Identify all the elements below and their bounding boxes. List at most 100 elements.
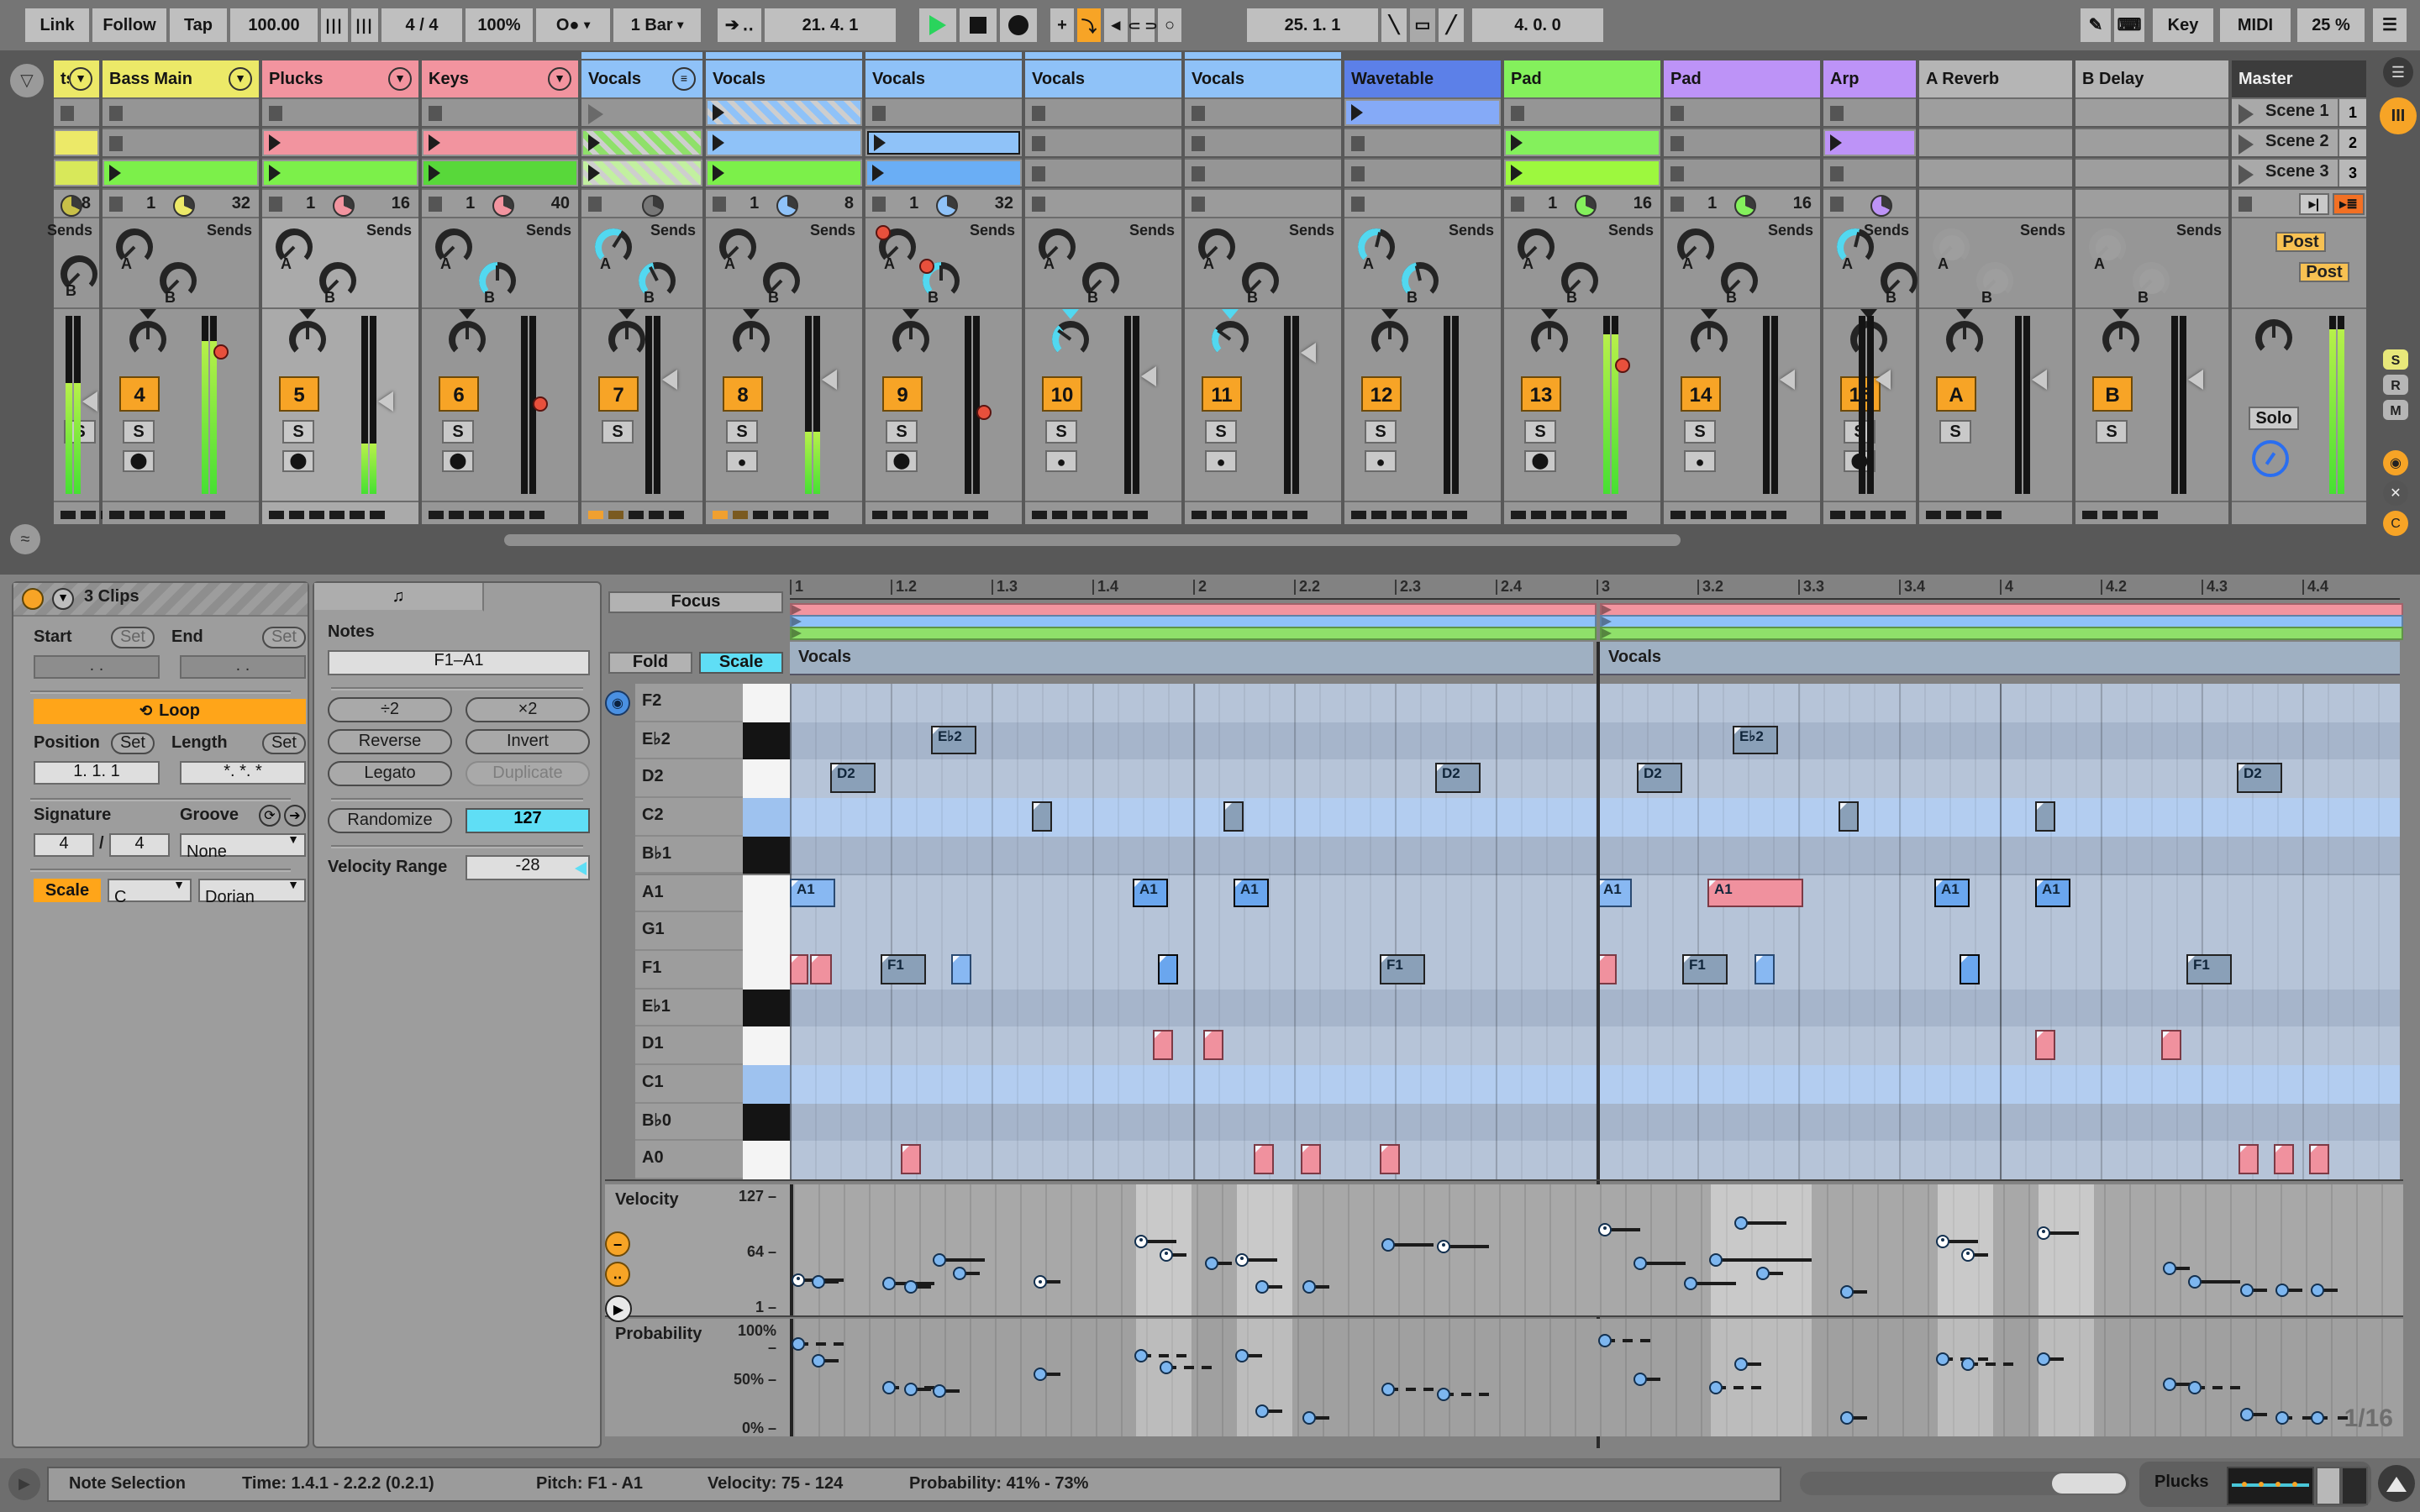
track-header[interactable]: Vocals: [1025, 60, 1181, 97]
show-s-toggle[interactable]: S: [2383, 349, 2408, 370]
groove-select[interactable]: None ▼: [180, 833, 306, 862]
piano-key[interactable]: [743, 1103, 790, 1143]
scale-button[interactable]: Scale: [699, 652, 783, 674]
note-row-lane[interactable]: [790, 912, 2400, 953]
piano-key[interactable]: [743, 722, 790, 762]
note-row-lane[interactable]: [790, 759, 2400, 801]
send-b-knob[interactable]: B: [479, 262, 516, 306]
loop-marker-button[interactable]: ○: [1158, 8, 1181, 42]
clip-slot[interactable]: [865, 97, 1022, 126]
track-header[interactable]: Pad: [1664, 60, 1820, 97]
duplicate-button[interactable]: Duplicate: [466, 761, 590, 786]
io-section-toggle[interactable]: ☰: [2383, 57, 2413, 87]
clip-slot[interactable]: [262, 97, 418, 126]
midi-note[interactable]: A1: [1707, 878, 1803, 908]
velocity-marker[interactable]: [1756, 1266, 1770, 1280]
track-stop-button[interactable]: [269, 197, 282, 212]
velocity-marker[interactable]: [1381, 1237, 1395, 1252]
midi-note[interactable]: [2274, 1144, 2295, 1175]
midi-note[interactable]: A1: [1597, 878, 1632, 908]
end-value[interactable]: . .: [180, 655, 306, 679]
probability-marker[interactable]: [2275, 1410, 2290, 1425]
quantization-display[interactable]: 100%: [466, 8, 533, 42]
clip[interactable]: [1506, 161, 1659, 185]
punch-buttons[interactable]: ⸦⸧: [1126, 8, 1160, 42]
note-row-lane[interactable]: [790, 1065, 2400, 1105]
track-stop-button[interactable]: [1032, 197, 1045, 212]
solo-button[interactable]: S: [282, 420, 314, 444]
post-a-toggle[interactable]: Post: [2275, 232, 2326, 252]
midi-note[interactable]: [1380, 1144, 1400, 1175]
arm-button[interactable]: ●: [1045, 450, 1077, 472]
follow-button[interactable]: Follow: [92, 8, 166, 42]
probability-marker[interactable]: [792, 1337, 805, 1352]
length-value[interactable]: *. *. *: [180, 761, 306, 785]
clip-slot[interactable]: [103, 158, 259, 186]
probability-marker[interactable]: [1709, 1380, 1723, 1394]
solo-button[interactable]: S: [1684, 420, 1716, 444]
send-a-knob[interactable]: A: [876, 225, 916, 272]
velocity-marker[interactable]: [882, 1277, 896, 1291]
velocity-marker[interactable]: [1134, 1234, 1148, 1248]
clip[interactable]: [55, 161, 97, 185]
play-button[interactable]: [919, 8, 956, 42]
record-quantize-menu[interactable]: 1 Bar ▾: [613, 8, 701, 42]
send-a-knob[interactable]: A: [1518, 228, 1555, 272]
clip-slot[interactable]: [706, 128, 862, 156]
send-a-knob[interactable]: A: [1039, 228, 1076, 272]
midi-note[interactable]: [1032, 801, 1052, 832]
add-lane-button[interactable]: ‥: [605, 1262, 630, 1288]
sends-toggle[interactable]: ◉: [2383, 450, 2408, 475]
track-header[interactable]: Vocals ≡: [581, 60, 702, 97]
metronome-button[interactable]: O● ▾: [536, 8, 610, 42]
overload-indicator[interactable]: ☰: [2373, 8, 2407, 42]
invert-button[interactable]: Invert: [466, 729, 590, 754]
track-stop-button[interactable]: [1670, 197, 1684, 212]
track-stop-button[interactable]: [109, 197, 123, 212]
clip[interactable]: [424, 161, 576, 185]
send-a-knob[interactable]: A: [1198, 228, 1235, 272]
tempo-display[interactable]: 100.00: [230, 8, 318, 42]
clip-selected[interactable]: [867, 131, 1020, 155]
clip-slot[interactable]: [581, 128, 702, 156]
draw-mode-button[interactable]: ✎: [2081, 8, 2111, 42]
pan-knob[interactable]: [1371, 321, 1408, 358]
track-header[interactable]: Master: [2232, 60, 2366, 97]
pan-knob[interactable]: [1052, 321, 1089, 358]
groove-commit-icon[interactable]: ⟳: [259, 805, 281, 827]
midi-note[interactable]: A1: [1133, 878, 1168, 908]
piano-key[interactable]: [743, 798, 790, 838]
midi-note[interactable]: [1254, 1144, 1274, 1175]
midi-note[interactable]: [1223, 801, 1244, 832]
arrangement-position-display[interactable]: 21. 4. 1: [765, 8, 896, 42]
overdub-button[interactable]: +: [1050, 8, 1074, 42]
solo-button[interactable]: S: [1045, 420, 1077, 444]
send-b-knob[interactable]: B: [60, 255, 97, 299]
solo-button[interactable]: S: [123, 420, 155, 444]
piano-key[interactable]: [743, 836, 790, 876]
post-b-toggle[interactable]: Post: [2299, 262, 2349, 282]
midi-note[interactable]: D2: [830, 763, 876, 794]
send-a-knob[interactable]: A: [719, 228, 756, 272]
pan-knob[interactable]: [1212, 321, 1249, 358]
position-value[interactable]: 1. 1. 1: [34, 761, 160, 785]
midi-note[interactable]: E♭2: [1733, 725, 1778, 755]
clip[interactable]: [55, 131, 97, 155]
probability-marker[interactable]: [882, 1380, 896, 1394]
sig-denominator[interactable]: 4: [109, 833, 170, 857]
clip-slot[interactable]: [1919, 128, 2072, 156]
probability-marker[interactable]: [2163, 1378, 2176, 1392]
pan-knob[interactable]: [289, 321, 326, 358]
clip-slot[interactable]: [1823, 97, 1916, 126]
crossfader-assign-toggle[interactable]: C: [2383, 511, 2408, 536]
double-time-button[interactable]: ×2: [466, 697, 590, 722]
nudge-up-button[interactable]: |||: [351, 8, 378, 42]
track-activator-button[interactable]: 8: [723, 376, 763, 412]
note-row-lane[interactable]: [790, 950, 2400, 991]
track-stop-button[interactable]: [429, 197, 442, 212]
legato-button[interactable]: Legato: [328, 761, 452, 786]
send-a-knob[interactable]: A: [1837, 228, 1874, 272]
pan-knob[interactable]: [449, 321, 486, 358]
track-stop-button[interactable]: [1830, 197, 1844, 212]
clip-slot[interactable]: [54, 158, 99, 186]
